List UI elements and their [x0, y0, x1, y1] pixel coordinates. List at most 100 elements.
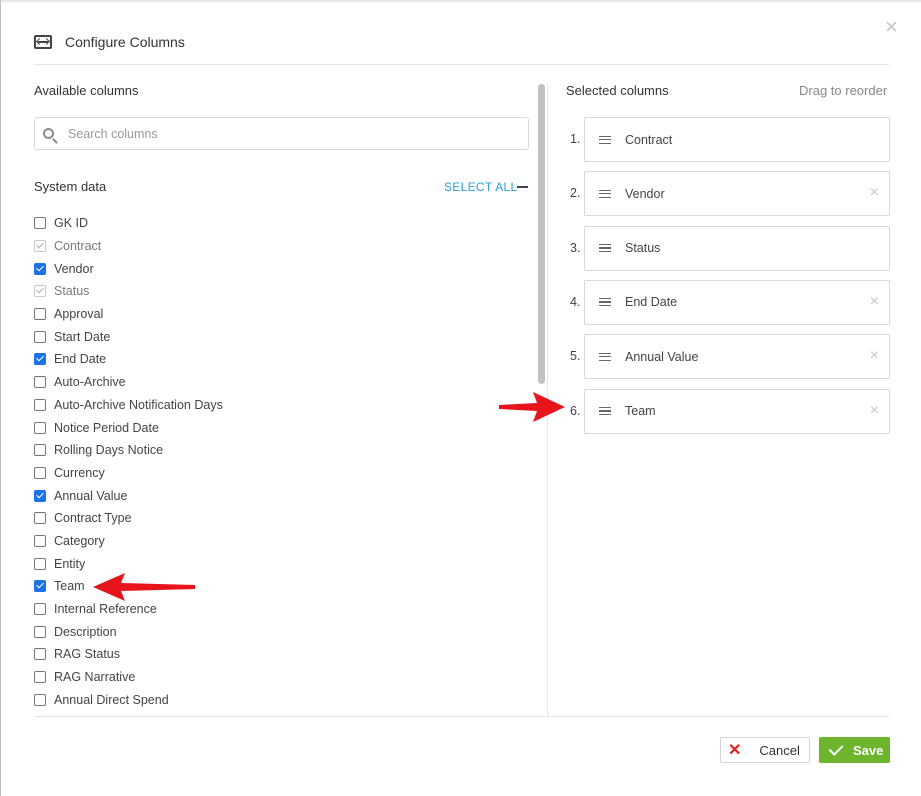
column-option-label: Description [54, 624, 117, 639]
column-option[interactable]: GK ID [34, 212, 524, 235]
column-option-label: Annual Value [54, 488, 128, 503]
selected-column-item[interactable]: End Date × [584, 279, 890, 325]
column-checkbox[interactable] [34, 512, 46, 525]
column-option[interactable]: Category [34, 530, 524, 553]
column-checkbox[interactable] [34, 603, 46, 616]
cancel-label: Cancel [759, 742, 800, 758]
dialog-header: Configure Columns [34, 28, 185, 56]
column-checkbox[interactable] [34, 262, 46, 275]
drag-handle-icon[interactable] [599, 407, 611, 415]
cancel-x-icon: ✕ [728, 742, 742, 759]
annotation-arrow-right [499, 392, 565, 422]
selected-column-number: 6. [570, 403, 581, 418]
selected-columns-title: Selected columns [566, 83, 669, 98]
selected-column-label: Contract [625, 132, 673, 147]
column-option[interactable]: Annual Direct Spend [34, 688, 524, 711]
column-option[interactable]: Description [34, 620, 524, 643]
column-option-label: Start Date [54, 329, 111, 344]
selected-column-row: 5. Annual Value × [566, 334, 890, 380]
configure-columns-dialog: Configure Columns × Available columns Sy… [0, 0, 921, 796]
drag-handle-icon[interactable] [599, 298, 611, 307]
column-checkbox[interactable] [34, 534, 46, 547]
drag-handle-icon[interactable] [599, 189, 611, 198]
column-checkbox[interactable] [34, 671, 46, 684]
column-option-label: Auto-Archive Notification Days [54, 397, 223, 412]
selected-column-label: End Date [625, 295, 678, 310]
column-checkbox[interactable] [34, 648, 46, 661]
column-checkbox[interactable] [34, 693, 46, 706]
column-checkbox[interactable] [34, 217, 46, 230]
check-icon [828, 740, 844, 756]
selected-column-item[interactable]: Annual Value × [584, 334, 890, 380]
select-all-link[interactable]: SELECT ALL [444, 180, 518, 194]
close-icon[interactable]: × [885, 16, 898, 38]
column-checkbox[interactable] [34, 353, 46, 366]
column-option-label: End Date [54, 352, 107, 367]
selected-column-row: 3. Status [566, 225, 890, 271]
selected-column-label: Status [625, 241, 661, 256]
column-checkbox[interactable] [34, 376, 46, 389]
column-checkbox[interactable] [34, 444, 46, 457]
column-option-label: Category [54, 533, 105, 548]
column-option[interactable]: Currency [34, 462, 524, 485]
column-option[interactable]: Start Date [34, 325, 524, 348]
column-option: Contract [34, 235, 524, 258]
columns-resize-icon [34, 35, 52, 49]
selected-column-row: 4. End Date × [566, 279, 890, 325]
selected-column-label: Annual Value [625, 349, 699, 364]
drag-to-reorder-hint: Drag to reorder [799, 83, 888, 98]
column-option[interactable]: Notice Period Date [34, 416, 524, 439]
column-option[interactable]: Rolling Days Notice [34, 439, 524, 462]
selected-column-item[interactable]: Team × [584, 388, 890, 434]
column-option-label: GK ID [54, 216, 89, 231]
selected-column-number: 3. [570, 240, 581, 255]
column-option-label: Rolling Days Notice [54, 443, 164, 458]
cancel-button[interactable]: ✕ Cancel [720, 737, 810, 763]
drag-handle-icon[interactable] [599, 244, 611, 253]
scrollbar[interactable] [538, 84, 545, 384]
selected-column-label: Vendor [625, 186, 665, 201]
column-option[interactable]: End Date [34, 348, 524, 371]
column-checkbox[interactable] [34, 398, 46, 411]
column-option[interactable]: Auto-Archive Notification Days [34, 394, 524, 417]
column-option[interactable]: RAG Status [34, 643, 524, 666]
remove-column-icon[interactable]: × [870, 184, 879, 202]
drag-handle-icon[interactable] [599, 135, 611, 144]
remove-column-icon[interactable]: × [870, 402, 879, 420]
column-option[interactable]: Auto-Archive [34, 371, 524, 394]
search-field[interactable] [34, 117, 529, 150]
search-input[interactable] [66, 125, 490, 142]
collapse-minus-icon[interactable] [517, 186, 528, 188]
column-option-label: Contract Type [54, 511, 132, 526]
column-checkbox[interactable] [34, 625, 46, 638]
column-option-label: Auto-Archive [54, 375, 126, 390]
selected-column-item[interactable]: Vendor × [584, 171, 890, 217]
column-checkbox[interactable] [34, 580, 46, 593]
column-checkbox[interactable] [34, 421, 46, 434]
column-checkbox[interactable] [34, 557, 46, 570]
top-strip [1, 0, 921, 2]
column-option[interactable]: Annual Value [34, 484, 524, 507]
column-option[interactable]: Vendor [34, 257, 524, 280]
dialog-title: Configure Columns [65, 34, 185, 50]
selected-column-number: 5. [570, 349, 581, 364]
remove-column-icon[interactable]: × [870, 347, 879, 365]
selected-column-item[interactable]: Contract [584, 117, 890, 162]
column-option[interactable]: Contract Type [34, 507, 524, 530]
save-button[interactable]: Save [819, 737, 890, 763]
selected-column-number: 4. [570, 294, 581, 309]
column-checkbox[interactable] [34, 466, 46, 479]
column-option-label: Entity [54, 556, 86, 571]
column-checkbox[interactable] [34, 308, 46, 321]
drag-handle-icon[interactable] [599, 352, 611, 361]
available-columns-title: Available columns [34, 83, 139, 98]
column-option-label: Approval [54, 307, 104, 322]
column-option-label: RAG Narrative [54, 670, 136, 685]
column-option[interactable]: Approval [34, 303, 524, 326]
selected-column-item[interactable]: Status [584, 225, 890, 271]
column-checkbox[interactable] [34, 489, 46, 502]
column-checkbox[interactable] [34, 330, 46, 343]
remove-column-icon[interactable]: × [870, 293, 879, 311]
column-option[interactable]: RAG Narrative [34, 666, 524, 689]
save-label: Save [853, 742, 884, 758]
